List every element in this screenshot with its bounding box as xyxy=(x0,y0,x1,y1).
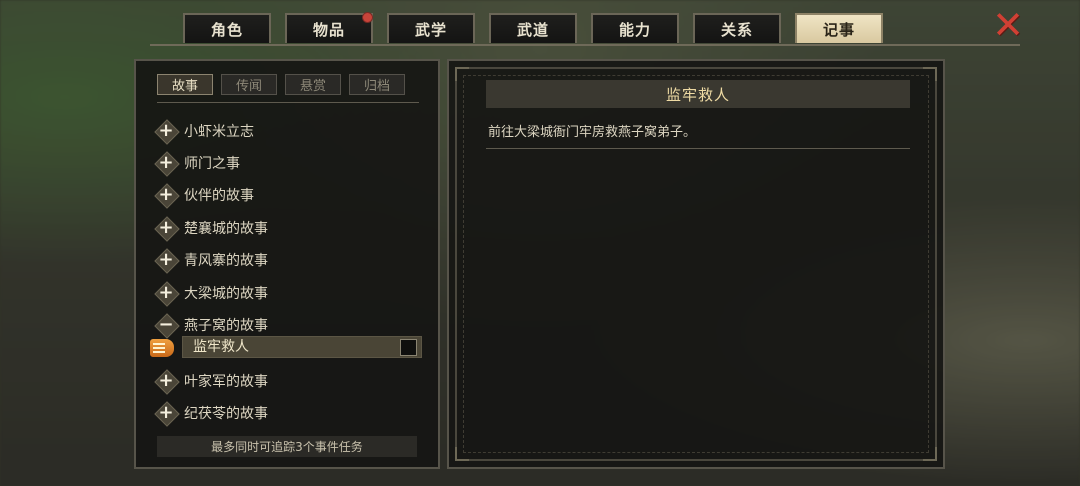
list-item-label: 师门之事 xyxy=(184,156,240,172)
expand-sign: + xyxy=(158,217,174,238)
list-item[interactable]: − 燕子窝的故事 xyxy=(156,311,268,339)
tab-abilities[interactable]: 能力 xyxy=(591,13,679,43)
expand-sign: + xyxy=(158,370,174,391)
expand-sign: + xyxy=(158,402,174,423)
frame-corner xyxy=(455,447,469,461)
quest-title: 监牢救人 xyxy=(486,80,910,108)
collapse-sign: − xyxy=(158,314,174,335)
expand-plus-icon[interactable]: + xyxy=(156,371,176,391)
quest-detail-panel: 监牢救人 前往大梁城衙门牢房救燕子窝弟子。 xyxy=(447,59,945,469)
list-item[interactable]: + 青风寨的故事 xyxy=(156,246,268,274)
tracking-limit-note: 最多同时可追踪3个事件任务 xyxy=(157,436,417,457)
list-item-label: 楚襄城的故事 xyxy=(184,221,268,237)
subtab-rumors[interactable]: 传闻 xyxy=(221,74,277,95)
tab-martial-way[interactable]: 武道 xyxy=(489,13,577,43)
pointing-hand-icon xyxy=(150,339,174,357)
frame-corner xyxy=(455,67,469,81)
journal-subtabs: 故事 传闻 悬赏 归档 xyxy=(157,74,405,95)
tab-character[interactable]: 角色 xyxy=(183,13,271,43)
frame-corner xyxy=(923,67,937,81)
list-item-label: 青风寨的故事 xyxy=(184,253,268,269)
track-checkbox[interactable] xyxy=(400,339,417,356)
list-item[interactable]: + 大梁城的故事 xyxy=(156,279,268,307)
list-item-label: 叶家军的故事 xyxy=(184,374,268,390)
expand-sign: + xyxy=(158,120,174,141)
subtab-archive[interactable]: 归档 xyxy=(349,74,405,95)
subtab-divider xyxy=(157,102,419,103)
list-item-label: 纪茯苓的故事 xyxy=(184,406,268,422)
selected-quest-row[interactable]: 监牢救人 xyxy=(182,336,422,358)
list-item[interactable]: + 师门之事 xyxy=(156,149,240,177)
close-x-icon[interactable]: ✕ xyxy=(991,6,1025,44)
selected-quest-label: 监牢救人 xyxy=(193,339,249,355)
tab-items-label: 物品 xyxy=(312,20,345,39)
top-tab-bar: 角色 物品 武学 武道 能力 关系 记事 xyxy=(183,12,883,45)
collapse-minus-icon[interactable]: − xyxy=(156,315,176,335)
tab-journal[interactable]: 记事 xyxy=(795,13,883,43)
expand-plus-icon[interactable]: + xyxy=(156,121,176,141)
expand-plus-icon[interactable]: + xyxy=(156,283,176,303)
subtab-stories[interactable]: 故事 xyxy=(157,74,213,95)
list-item-label: 小虾米立志 xyxy=(184,124,254,140)
list-item-label: 大梁城的故事 xyxy=(184,286,268,302)
list-item-label: 燕子窝的故事 xyxy=(184,318,268,334)
description-divider xyxy=(486,148,910,149)
list-item[interactable]: + 纪茯苓的故事 xyxy=(156,399,268,427)
list-item-label: 伙伴的故事 xyxy=(184,188,254,204)
list-item[interactable]: + 小虾米立志 xyxy=(156,117,254,145)
tab-martial-arts[interactable]: 武学 xyxy=(387,13,475,43)
expand-plus-icon[interactable]: + xyxy=(156,185,176,205)
expand-sign: + xyxy=(158,282,174,303)
expand-sign: + xyxy=(158,249,174,270)
list-item[interactable]: + 楚襄城的故事 xyxy=(156,214,268,242)
tab-items[interactable]: 物品 xyxy=(285,12,373,43)
notification-dot-icon xyxy=(362,12,373,23)
frame-corner xyxy=(923,447,937,461)
subtab-bounties[interactable]: 悬赏 xyxy=(285,74,341,95)
story-list: + 小虾米立志 + 师门之事 + 伙伴的故事 + 楚襄城的故事 + 青风寨的故事… xyxy=(136,113,438,439)
journal-list-panel: 故事 传闻 悬赏 归档 + 小虾米立志 + 师门之事 + 伙伴的故事 + 楚襄城… xyxy=(134,59,440,469)
list-item[interactable]: + 伙伴的故事 xyxy=(156,181,254,209)
expand-sign: + xyxy=(158,184,174,205)
expand-plus-icon[interactable]: + xyxy=(156,153,176,173)
tab-relations[interactable]: 关系 xyxy=(693,13,781,43)
expand-sign: + xyxy=(158,152,174,173)
list-item[interactable]: + 叶家军的故事 xyxy=(156,367,268,395)
expand-plus-icon[interactable]: + xyxy=(156,218,176,238)
quest-description: 前往大梁城衙门牢房救燕子窝弟子。 xyxy=(488,125,697,140)
expand-plus-icon[interactable]: + xyxy=(156,250,176,270)
expand-plus-icon[interactable]: + xyxy=(156,403,176,423)
tab-bar-divider xyxy=(150,44,1020,46)
